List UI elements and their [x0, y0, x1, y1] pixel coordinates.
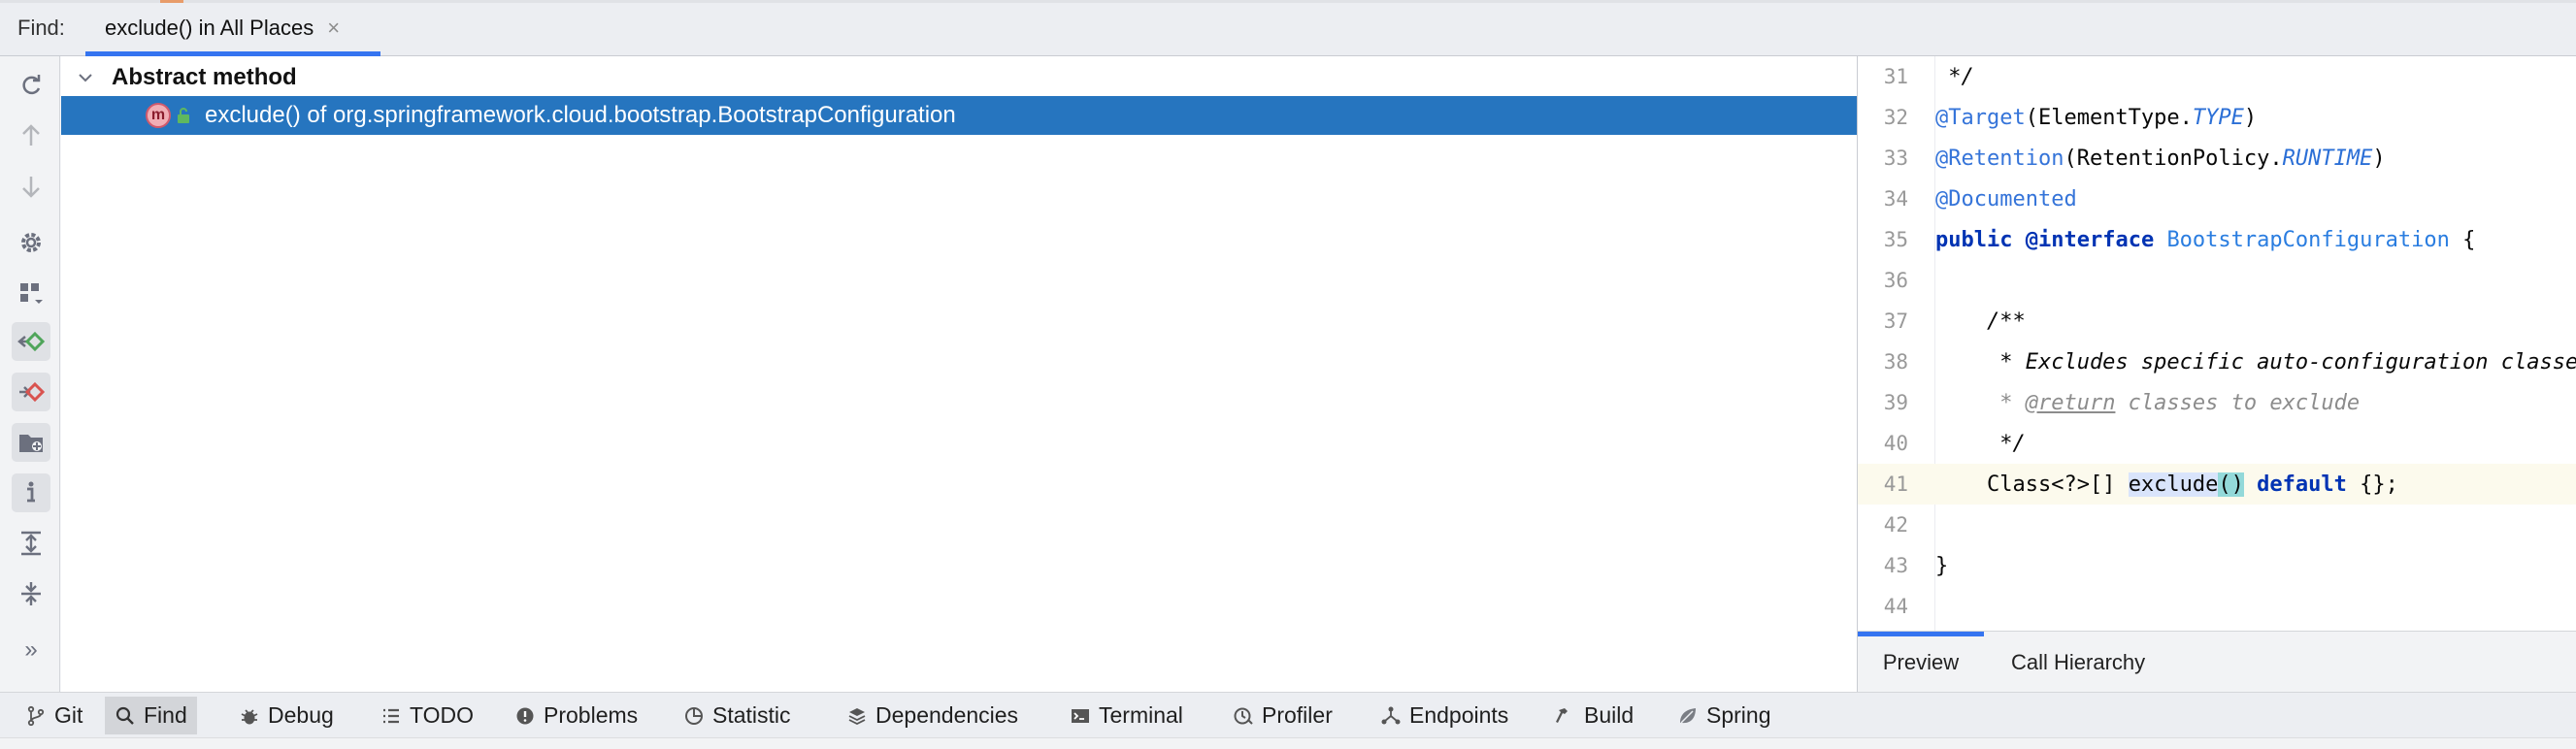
tab-call-hierarchy[interactable]: Call Hierarchy: [2011, 632, 2145, 693]
tool-find[interactable]: Find: [105, 697, 197, 734]
code-line: 40 */: [1883, 431, 2026, 456]
find-results-tree[interactable]: Abstract method m exclude() of org.sprin…: [61, 56, 1857, 692]
problems-icon: [516, 707, 534, 724]
hammer-icon: [1556, 707, 1568, 723]
status-bar: [0, 737, 2576, 749]
previous-occurrence-button[interactable]: [12, 116, 50, 155]
info-button[interactable]: [12, 473, 50, 512]
code-line: 32 @Target(ElementType.TYPE): [1883, 105, 2258, 130]
tab-title: exclude() in All Places: [105, 16, 314, 40]
tree-result-row[interactable]: m exclude() of org.springframework.cloud…: [61, 96, 1857, 135]
code-line: 42: [1883, 513, 1908, 537]
tool-window-bar: Git Find Debug TODO Problems Statistic D…: [0, 692, 2576, 737]
tool-todo[interactable]: TODO: [371, 697, 483, 734]
layers-icon: [848, 707, 866, 725]
group-by-button[interactable]: [12, 274, 50, 312]
group-label: Abstract method: [112, 64, 297, 90]
expand-all-icon: [21, 531, 41, 556]
find-label: Find:: [17, 16, 65, 40]
endpoints-icon: [1381, 706, 1401, 724]
show-read-access-button[interactable]: [12, 322, 50, 361]
rerun-icon: [22, 75, 41, 95]
code-line: 44: [1883, 595, 1908, 618]
code-line: 33 @Retention(RetentionPolicy.RUNTIME): [1883, 146, 2386, 171]
close-icon[interactable]: ×: [327, 16, 340, 41]
code-line: 43 }: [1883, 553, 1949, 578]
tool-git[interactable]: Git: [16, 697, 92, 734]
tool-statistic[interactable]: Statistic: [674, 697, 801, 734]
code-line: 39 * @return classes to exclude: [1883, 390, 2361, 415]
show-write-access-icon: [19, 381, 46, 403]
result-item-label: exclude() of org.springframework.cloud.b…: [205, 102, 956, 128]
show-read-access-icon: [17, 331, 46, 352]
code-line-current: 41 Class<?>[] exclude() default {};: [1858, 464, 2576, 505]
code-line: 36: [1883, 269, 1908, 292]
collapse-all-button[interactable]: [12, 574, 50, 613]
arrow-down-icon: [22, 177, 40, 198]
tool-problems[interactable]: Problems: [505, 697, 647, 734]
find-header: Find: exclude() in All Places ×: [0, 0, 2576, 56]
tool-build[interactable]: Build: [1545, 697, 1643, 734]
public-access-icon: [178, 108, 189, 123]
group-by-directory-button[interactable]: [12, 423, 50, 462]
expand-all-button[interactable]: [12, 524, 50, 563]
code-line: 34 @Documented: [1883, 186, 2077, 212]
code-line: 37 /**: [1883, 309, 2026, 334]
search-icon: [116, 706, 134, 725]
method-icon: m: [146, 103, 171, 128]
preview-tab-bar: Preview Call Hierarchy: [1858, 631, 2576, 692]
top-strip: [0, 0, 2576, 3]
chevron-down-icon[interactable]: [75, 67, 96, 88]
code-preview[interactable]: 31 */ 32 @Target(ElementType.TYPE) 33 @R…: [1858, 56, 2576, 631]
terminal-icon: [1072, 708, 1089, 723]
tool-spring[interactable]: Spring: [1668, 697, 1780, 734]
gear-icon: [21, 233, 41, 252]
find-tool-window: Find: exclude() in All Places × » Abstra…: [0, 0, 2576, 749]
tool-profiler[interactable]: Profiler: [1223, 697, 1342, 734]
code-line: 31 */: [1883, 64, 1974, 89]
tool-terminal[interactable]: Terminal: [1060, 697, 1193, 734]
find-toolbar: »: [0, 56, 60, 692]
bug-icon: [241, 708, 258, 724]
git-branch-icon: [27, 705, 45, 726]
group-by-icon: [20, 283, 43, 304]
list-icon: [383, 708, 399, 723]
tab-find-results[interactable]: exclude() in All Places ×: [85, 0, 380, 56]
next-occurrence-button[interactable]: [12, 167, 50, 206]
preview-pane: 31 */ 32 @Target(ElementType.TYPE) 33 @R…: [1857, 56, 2576, 692]
rerun-button[interactable]: [12, 66, 50, 105]
show-write-access-button[interactable]: [12, 373, 50, 411]
info-icon: [27, 481, 35, 503]
settings-button[interactable]: [12, 223, 50, 262]
code-line: 35 public @interface BootstrapConfigurat…: [1883, 227, 2476, 252]
arrow-up-icon: [22, 124, 40, 146]
collapse-all-icon: [21, 582, 41, 605]
tab-active-indicator: [1858, 632, 1984, 636]
tool-debug[interactable]: Debug: [229, 697, 344, 734]
spring-leaf-icon: [1680, 707, 1696, 724]
code-line: 38 * Excludes specific auto-configuratio…: [1883, 349, 2576, 374]
tool-dependencies[interactable]: Dependencies: [837, 697, 1028, 734]
tool-endpoints[interactable]: Endpoints: [1371, 697, 1518, 734]
tree-group-node[interactable]: Abstract method: [61, 60, 1857, 95]
more-icon[interactable]: »: [12, 631, 50, 669]
tab-preview[interactable]: Preview: [1858, 632, 1984, 693]
profiler-icon: [1234, 707, 1253, 725]
statistic-icon: [685, 706, 703, 725]
group-by-directory-icon: [19, 435, 43, 452]
